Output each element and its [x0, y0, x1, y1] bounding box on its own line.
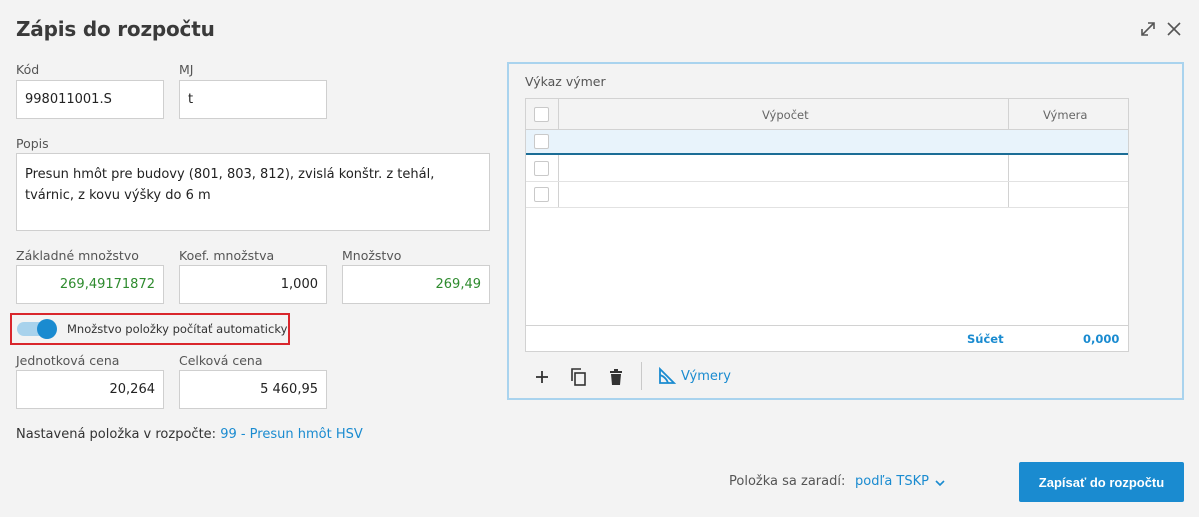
vykaz-grid: Výpočet Výmera Súčet 0,000: [525, 98, 1129, 352]
kod-value: 998011001.S: [25, 92, 112, 107]
submit-button[interactable]: Zapísať do rozpočtu: [1019, 462, 1184, 502]
column-header-vymera[interactable]: Výmera: [1043, 108, 1087, 122]
row-checkbox[interactable]: [534, 161, 549, 176]
close-icon[interactable]: [1164, 19, 1184, 39]
zaradit-label: Položka sa zaradí:: [729, 474, 846, 489]
koef-mnozstva-label: Koef. množstva: [179, 248, 275, 263]
zaradit-value: podľa TSKP: [855, 474, 929, 489]
trash-icon[interactable]: [605, 366, 627, 388]
row-checkbox[interactable]: [534, 187, 549, 202]
celkova-cena-label: Celková cena: [179, 353, 263, 368]
table-row[interactable]: [526, 157, 1128, 182]
budget-item-info-label: Nastavená položka v rozpočte:: [16, 427, 217, 442]
budget-item-info: Nastavená položka v rozpočte: 99 - Presu…: [16, 427, 363, 442]
popis-label: Popis: [16, 136, 49, 151]
grid-header: Výpočet Výmera: [526, 99, 1128, 130]
koef-mnozstva-input[interactable]: 1,000: [179, 265, 327, 304]
sum-label: Súčet: [967, 332, 1004, 346]
chevron-down-icon: [935, 477, 945, 487]
expand-icon[interactable]: [1138, 19, 1158, 39]
vykaz-vymer-panel: Výkaz výmer Výpočet Výmera Súčet 0,000 V…: [507, 62, 1184, 400]
celkova-cena-input[interactable]: 5 460,95: [179, 370, 327, 409]
auto-quantity-toggle-row: Množstvo položky počítať automaticky: [10, 313, 290, 345]
zakladne-mnozstvo-label: Základné množstvo: [16, 248, 139, 263]
mj-input[interactable]: t: [179, 80, 327, 119]
sum-value: 0,000: [1083, 332, 1120, 346]
column-header-vypocet[interactable]: Výpočet: [762, 108, 809, 122]
popis-value: Presun hmôt pre budovy (801, 803, 812), …: [25, 167, 435, 203]
budget-item-link[interactable]: 99 - Presun hmôt HSV: [220, 427, 363, 442]
kod-input[interactable]: 998011001.S: [16, 80, 164, 119]
mnozstvo-value: 269,49: [435, 277, 482, 292]
celkova-cena-value: 5 460,95: [260, 382, 318, 397]
toolbar-divider: [641, 362, 642, 390]
mj-label: MJ: [179, 62, 194, 77]
copy-icon[interactable]: [567, 366, 589, 388]
zakladne-mnozstvo-input[interactable]: 269,49171872: [16, 265, 164, 304]
sum-row: Súčet 0,000: [526, 325, 1128, 351]
dialog-title: Zápis do rozpočtu: [16, 17, 215, 41]
auto-quantity-toggle[interactable]: [17, 319, 57, 339]
plus-icon[interactable]: [531, 366, 553, 388]
jednotkova-cena-input[interactable]: 20,264: [16, 370, 164, 409]
zaradit-dropdown[interactable]: podľa TSKP: [855, 474, 945, 489]
mj-value: t: [188, 92, 194, 107]
table-row[interactable]: [526, 130, 1128, 155]
table-row[interactable]: [526, 183, 1128, 208]
vymery-button[interactable]: Výmery: [657, 366, 731, 386]
zakladne-mnozstvo-value: 269,49171872: [59, 277, 155, 292]
vymery-button-label: Výmery: [681, 368, 731, 384]
popis-textarea[interactable]: Presun hmôt pre budovy (801, 803, 812), …: [16, 153, 490, 231]
select-all-checkbox[interactable]: [534, 107, 549, 122]
jednotkova-cena-label: Jednotková cena: [16, 353, 120, 368]
jednotkova-cena-value: 20,264: [109, 382, 156, 397]
ruler-triangle-icon: [657, 366, 677, 386]
mnozstvo-label: Množstvo: [342, 248, 402, 263]
auto-quantity-toggle-label: Množstvo položky počítať automaticky: [67, 322, 288, 336]
vykaz-vymer-title: Výkaz výmer: [525, 74, 606, 89]
mnozstvo-input[interactable]: 269,49: [342, 265, 490, 304]
row-checkbox[interactable]: [534, 134, 549, 149]
koef-mnozstva-value: 1,000: [280, 277, 318, 292]
kod-label: Kód: [16, 62, 40, 77]
toggle-knob: [37, 319, 57, 339]
